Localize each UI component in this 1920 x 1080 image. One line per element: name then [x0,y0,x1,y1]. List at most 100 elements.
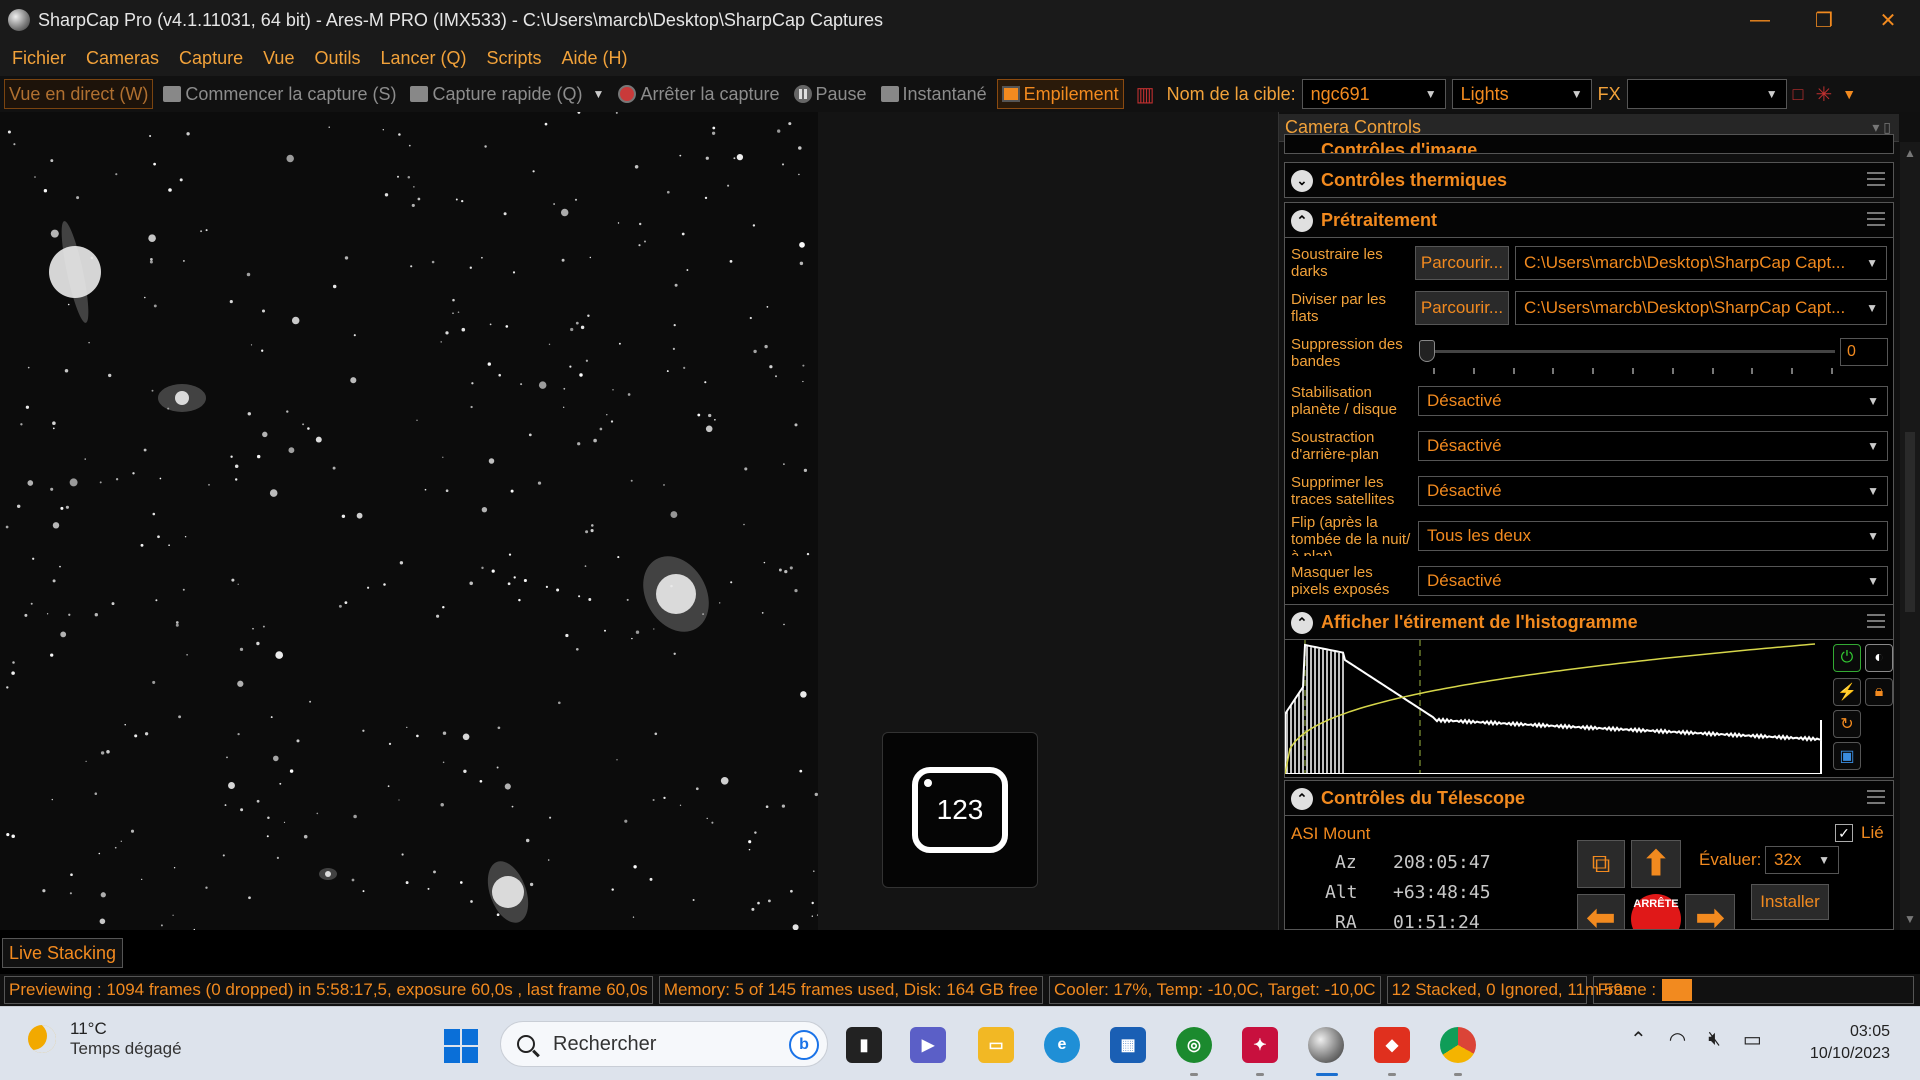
stabilization-combo[interactable]: Désactivé ▼ [1418,386,1888,416]
snapshot-button[interactable]: Instantané [877,79,991,109]
chevron-up-icon[interactable]: ⌃ [1630,1027,1647,1052]
start-button[interactable] [444,1029,478,1063]
toolbar-more-icon[interactable]: ▼ [1842,86,1856,102]
install-button[interactable]: Installer [1751,884,1829,920]
battery-icon[interactable]: ▭ [1743,1027,1762,1052]
frame-outline-icon[interactable]: □ [1793,84,1804,105]
rate-combo[interactable]: 32x ▼ [1765,846,1839,874]
bg-sub-combo[interactable]: Désactivé ▼ [1418,431,1888,461]
sharpcap-taskbar-icon[interactable] [1308,1027,1344,1063]
edge-browser-icon[interactable]: e [1044,1027,1080,1063]
star [416,419,418,421]
star [753,349,757,354]
astro-app-icon[interactable]: ✦ [1242,1027,1278,1063]
hamburger-menu-icon[interactable] [1867,790,1885,804]
flip-label: Flip (après la tombée de la nuit/à plat) [1291,514,1411,556]
task-view-icon[interactable]: ▮ [846,1027,882,1063]
bing-icon[interactable]: b [789,1030,819,1060]
fx-combo[interactable]: ▼ [1626,79,1787,109]
move-west-button[interactable]: ⬅ [1577,894,1625,929]
volume-muted-icon[interactable]: 🔇︎ [1708,1028,1721,1051]
stop-mount-button[interactable]: ARRÊTE [1631,894,1681,929]
chevron-down-icon[interactable]: ⌄ [1291,170,1313,192]
banding-slider-thumb[interactable] [1419,340,1435,362]
lightning-icon[interactable]: ⚡ [1833,678,1861,706]
darks-browse-button[interactable]: Parcourir... [1415,246,1509,280]
power-icon[interactable]: ⏻ [1833,644,1861,672]
chrome-icon[interactable] [1440,1027,1476,1063]
chevron-down-icon[interactable]: ▼ [593,87,605,101]
menu-outils[interactable]: Outils [306,48,368,69]
section-preprocessing[interactable]: ⌃ Prétraitement [1284,202,1894,238]
hamburger-menu-icon[interactable] [1867,172,1885,186]
live-view-button[interactable]: Vue en direct (W) [4,79,154,109]
linked-checkbox[interactable]: ✓ [1835,824,1853,842]
start-capture-button[interactable]: Commencer la capture (S) [159,79,400,109]
target-name-combo[interactable]: ngc691 ▼ [1301,79,1446,109]
chevron-up-icon[interactable]: ⌃ [1291,612,1313,634]
satellite-combo[interactable]: Désactivé ▼ [1418,476,1888,506]
star [261,309,266,313]
chevron-up-icon[interactable]: ⌃ [1291,788,1313,810]
move-north-button[interactable]: ⬆ [1631,840,1681,888]
star [714,419,716,421]
stack-icon [1001,86,1020,102]
weather-widget[interactable]: 11°C Temps dégagé [28,1019,182,1059]
menu-fichier[interactable]: Fichier [4,48,74,69]
taskbar-clock[interactable]: 03:05 10/10/2023 [1810,1021,1890,1065]
taskbar-search-box[interactable]: Rechercher b [500,1021,828,1067]
close-button[interactable]: ✕ [1856,0,1920,40]
scroll-up-icon[interactable]: ▲ [1904,146,1916,160]
reset-icon[interactable]: ↻ [1833,710,1861,738]
save-icon[interactable]: ▣ [1833,742,1861,770]
scrollbar-thumb[interactable] [1905,432,1915,612]
png-record-icon[interactable]: ▥ [1136,82,1155,107]
file-explorer-icon[interactable]: ▭ [978,1027,1014,1063]
teams-chat-icon[interactable]: ▶ [910,1027,946,1063]
move-east-button[interactable]: ➡ [1685,894,1735,929]
star [275,651,284,659]
camera-preview-image[interactable] [0,112,818,930]
spiral-search-icon[interactable]: ⧉ [1577,840,1625,888]
section-histogram[interactable]: ⌃ Afficher l'étirement de l'histogramme [1284,604,1894,640]
restore-button[interactable]: ❐ [1792,0,1856,40]
pause-button[interactable]: Pause [790,79,871,109]
live-stacking-tab[interactable]: Live Stacking [2,938,124,968]
lock-icon[interactable]: 🔒︎ [1865,678,1893,706]
hamburger-menu-icon[interactable] [1867,212,1885,226]
flats-browse-button[interactable]: Parcourir... [1415,291,1509,325]
panel-scrollbar[interactable]: ▲ ▼ [1900,142,1920,930]
chevron-up-icon[interactable]: ⌃ [1291,210,1313,232]
section-thermal[interactable]: ⌄ Contrôles thermiques [1284,162,1894,198]
hamburger-menu-icon[interactable] [1867,614,1885,628]
minimize-button[interactable]: — [1728,0,1792,40]
scroll-down-icon[interactable]: ▼ [1904,912,1916,926]
phd-guiding-icon[interactable]: ◎ [1176,1027,1212,1063]
darks-path-combo[interactable]: C:\Users\marcb\Desktop\SharpCap Capt... ▼ [1515,246,1887,280]
banding-value-input[interactable]: 0 [1840,338,1888,366]
quick-capture-button[interactable]: Capture rapide (Q) ▼ [406,79,608,109]
overlay-tile[interactable]: 123 [882,732,1038,888]
star [683,366,686,369]
stacking-button[interactable]: Empilement [996,79,1124,109]
banding-slider-track[interactable] [1425,350,1835,353]
menu-lancer[interactable]: Lancer (Q) [372,48,474,69]
menu-aide[interactable]: Aide (H) [554,48,636,69]
frame-type-combo[interactable]: Lights ▼ [1451,79,1592,109]
wifi-icon[interactable]: ◠ [1669,1027,1686,1052]
stop-capture-button[interactable]: Arrêter la capture [614,79,783,109]
crosshair-icon[interactable]: ✳ [1816,82,1833,107]
section-image-controls[interactable]: Contrôles d'image [1284,134,1894,154]
menu-capture[interactable]: Capture [171,48,251,69]
menu-vue[interactable]: Vue [255,48,302,69]
contrast-icon[interactable]: ◐ [1865,644,1893,672]
section-telescope[interactable]: ⌃ Contrôles du Télescope [1284,780,1894,816]
histogram-plot[interactable] [1285,640,1825,774]
anydesk-icon[interactable]: ◆ [1374,1027,1410,1063]
flip-combo[interactable]: Tous les deux ▼ [1418,521,1888,551]
menu-cameras[interactable]: Cameras [78,48,167,69]
microsoft-store-icon[interactable]: ▦ [1110,1027,1146,1063]
flats-path-combo[interactable]: C:\Users\marcb\Desktop\SharpCap Capt... ▼ [1515,291,1887,325]
menu-scripts[interactable]: Scripts [479,48,550,69]
mask-combo[interactable]: Désactivé ▼ [1418,566,1888,596]
